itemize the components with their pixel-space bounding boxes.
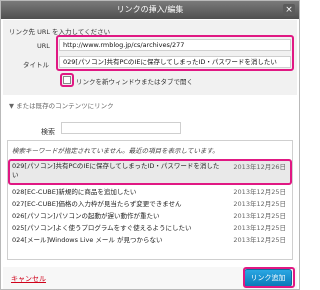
result-date: 2013年12月25日 [233,200,286,208]
close-icon[interactable]: × [283,4,295,16]
result-date: 2013年12月25日 [233,212,286,220]
result-row[interactable]: 026[パソコン]パソコンの起動が遅い動作が重たい 2013年12月25日 [10,211,290,222]
dialog-title: リンクの挿入/編集 [116,5,184,14]
result-row[interactable]: 027[EC-CUBE]価格の入力枠が見当たらず変更できません 2013年12月… [10,199,290,210]
search-input[interactable] [61,122,181,134]
result-row[interactable]: 024[メール]Windows Live メール が見つからない 2013年12… [10,235,290,246]
existing-content-toggle[interactable]: ▼ または既存のコンテンツにリンク [9,100,114,110]
result-title: 026[パソコン]パソコンの起動が遅い動作が重たい [12,212,160,220]
selected-row-highlight [8,159,292,185]
url-title-highlight [56,35,294,71]
result-row[interactable]: 028[EC-CUBE]新規的に商品を追加したい 2013年12月25日 [10,187,290,198]
dialog-footer: キャンセル リンク追加 [3,267,297,289]
result-title: 028[EC-CUBE]新規的に商品を追加したい [12,188,137,196]
result-date: 2013年12月25日 [233,236,286,244]
result-title: 024[メール]Windows Live メール が見つからない [12,236,163,244]
existing-content-section: ▼ または既存のコンテンツにリンク 検索 検索キーワードが指定されていません。最… [3,96,297,266]
url-label: URL [37,42,50,50]
result-title: 025[パソコン]よく使うプログラムをすぐ使えるようにしたい [12,224,192,232]
result-row[interactable]: 025[パソコン]よく使うプログラムをすぐ使えるようにしたい 2013年12月2… [10,223,290,234]
submit-highlight [243,267,295,288]
no-search-query-note: 検索キーワードが指定されていません。最近の項目を表示しています。 [12,147,219,155]
result-date: 2013年12月25日 [233,188,286,196]
results-list[interactable]: 検索キーワードが指定されていません。最近の項目を表示しています。 029[パソコ… [7,140,293,260]
result-title: 027[EC-CUBE]価格の入力枠が見当たらず変更できません [12,200,182,208]
link-dialog: リンクの挿入/編集 × リンク先 URL を入力してください URL http:… [0,0,300,290]
dialog-titlebar: リンクの挿入/編集 × [1,1,299,19]
checkbox-highlight [60,73,74,87]
title-label: タイトル [23,61,49,69]
result-date: 2013年12月25日 [233,224,286,232]
link-form: リンク先 URL を入力してください URL http://www.rmblog… [3,20,297,95]
cancel-link[interactable]: キャンセル [11,274,46,284]
new-tab-label: リンクを新ウィンドウまたはタブで開く [76,78,193,86]
search-label: 検索 [41,128,55,136]
